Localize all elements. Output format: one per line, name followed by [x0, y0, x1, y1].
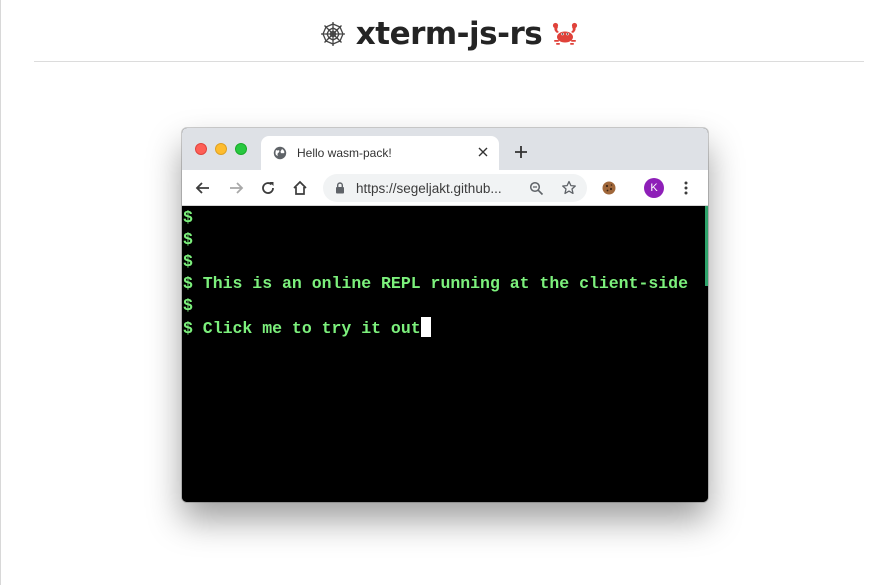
zoom-icon[interactable]: [529, 181, 544, 196]
browser-tab[interactable]: Hello wasm-pack!: [261, 136, 499, 170]
terminal-line: $ This is an online REPL running at the …: [183, 274, 688, 293]
page: xterm-js-rs Hello wasm-pack! https://seg…: [0, 0, 893, 585]
terminal-prompt-line: $ Click me to try it out: [183, 317, 431, 339]
terminal[interactable]: $ $ $ $ This is an online REPL running a…: [182, 206, 708, 502]
minimize-window-button[interactable]: [215, 143, 227, 155]
menu-kebab-icon[interactable]: [677, 179, 695, 197]
window-controls: [195, 143, 247, 155]
reload-icon[interactable]: [259, 179, 277, 197]
crab-icon: [553, 22, 578, 45]
new-tab-plus-icon[interactable]: [514, 145, 528, 159]
url-text[interactable]: https://segeljakt.github...: [356, 181, 502, 196]
page-title: xterm-js-rs: [355, 15, 543, 52]
close-window-button[interactable]: [195, 143, 207, 155]
browser-toolbar: https://segeljakt.github... K: [182, 170, 708, 206]
terminal-line-text: $ Click me to try it out: [183, 319, 421, 338]
terminal-line: $: [183, 230, 193, 249]
terminal-line: $: [183, 252, 193, 271]
back-arrow-icon[interactable]: [194, 179, 212, 197]
forward-arrow-icon[interactable]: [227, 179, 245, 197]
terminal-line: $: [183, 296, 193, 315]
cookie-extension-icon[interactable]: [600, 179, 618, 197]
bookmark-star-icon[interactable]: [561, 180, 577, 196]
tab-close-icon[interactable]: [477, 146, 489, 158]
terminal-cursor: [420, 317, 431, 337]
address-bar[interactable]: https://segeljakt.github...: [323, 174, 587, 202]
spider-web-icon: [320, 21, 345, 46]
lock-icon[interactable]: [333, 181, 347, 195]
home-icon[interactable]: [291, 179, 309, 197]
terminal-line: $: [183, 208, 193, 227]
globe-icon: [273, 146, 287, 160]
browser-window: Hello wasm-pack! https://segeljakt.githu…: [182, 128, 708, 502]
page-heading: xterm-js-rs: [34, 12, 864, 62]
terminal-scrollbar[interactable]: [705, 206, 708, 286]
maximize-window-button[interactable]: [235, 143, 247, 155]
profile-avatar[interactable]: K: [644, 178, 664, 198]
tab-strip: Hello wasm-pack!: [182, 128, 708, 170]
tab-title: Hello wasm-pack!: [297, 146, 392, 160]
